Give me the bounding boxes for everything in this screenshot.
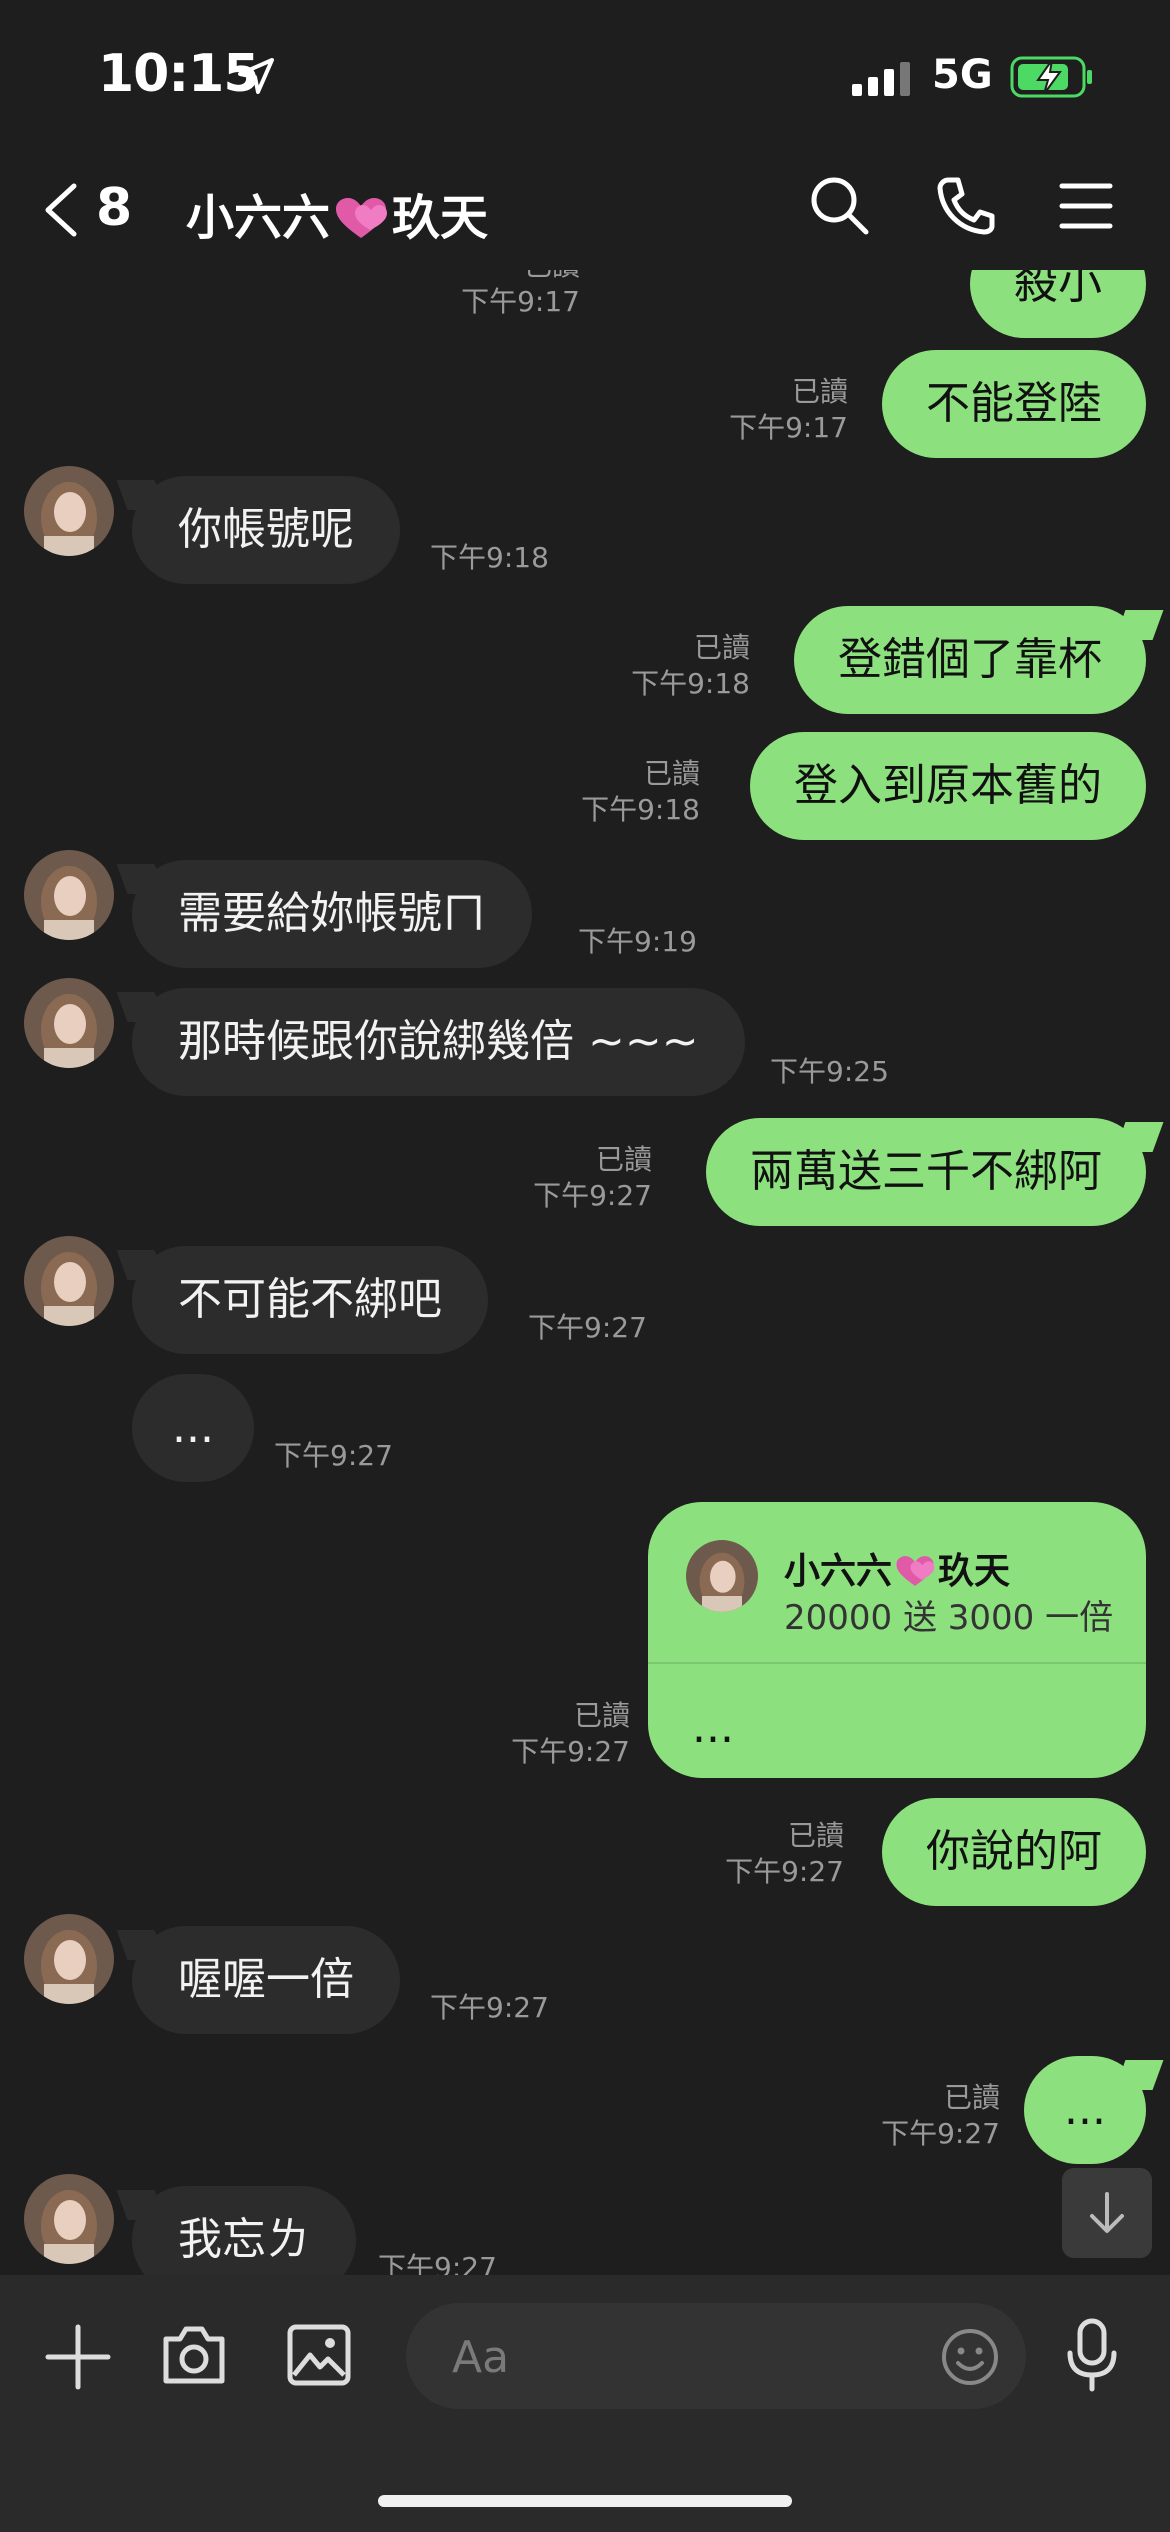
quoted-sender: 小六六 玖天 xyxy=(784,1551,1011,1592)
message-time: 下午9:27 xyxy=(533,1179,652,1212)
cellular-signal-icon xyxy=(852,62,910,96)
message-text-field[interactable] xyxy=(450,2303,914,2411)
avatar-image xyxy=(24,1236,114,1326)
incoming-message[interactable]: 喔喔一倍 xyxy=(132,1926,400,2034)
avatar-image xyxy=(24,850,114,940)
incoming-message[interactable]: 你帳號呢 xyxy=(132,476,400,584)
microphone-icon[interactable] xyxy=(1064,2317,1120,2395)
read-receipt: 已讀 xyxy=(791,375,848,408)
message-meta: 已讀 下午9:27 xyxy=(881,2080,1000,2152)
contact-avatar[interactable] xyxy=(24,978,114,1068)
message-time: 下午9:27 xyxy=(378,2251,497,2275)
image-gallery-icon[interactable] xyxy=(286,2323,352,2387)
outgoing-message[interactable]: ... xyxy=(1024,2056,1146,2164)
read-receipt: 已讀 xyxy=(643,757,700,790)
outgoing-message[interactable]: 你說的阿 xyxy=(882,1798,1146,1906)
chat-header: 8 小六六 玖天 xyxy=(0,150,1170,270)
read-receipt: 已讀 xyxy=(693,631,750,664)
contact-avatar[interactable] xyxy=(24,1236,114,1326)
contact-avatar[interactable] xyxy=(24,2174,114,2264)
message-meta: 已讀 下午9:18 xyxy=(631,630,750,702)
scroll-to-bottom-button[interactable] xyxy=(1062,2168,1152,2258)
contact-avatar[interactable] xyxy=(24,850,114,940)
arrow-down-icon xyxy=(1090,2192,1124,2233)
reply-text: ... xyxy=(692,1702,734,1753)
message-meta: 已讀 下午9:27 xyxy=(511,1698,630,1770)
quoted-text: 20000 送 3000 一倍 xyxy=(784,1598,1114,1638)
location-arrow-icon xyxy=(238,58,274,94)
contact-avatar[interactable] xyxy=(24,466,114,556)
back-chevron-icon[interactable] xyxy=(40,180,80,240)
camera-icon[interactable] xyxy=(160,2323,228,2387)
message-time: 下午9:18 xyxy=(430,541,549,574)
message-input-bar xyxy=(0,2275,1170,2532)
sparkling-heart-icon xyxy=(896,1556,935,1586)
reply-message[interactable]: 小六六 玖天 20000 送 3000 一倍 ... xyxy=(648,1502,1146,1778)
avatar-image xyxy=(24,978,114,1068)
chat-messages[interactable]: 已讀 下午9:17 殺小 已讀 下午9:17 不能登陸 你帳號呢 下午9:18 … xyxy=(0,190,1170,2275)
avatar-image xyxy=(686,1540,758,1612)
outgoing-message[interactable]: 不能登陸 xyxy=(882,350,1146,458)
message-time: 下午9:27 xyxy=(725,1855,844,1888)
status-bar: 10:15 5G xyxy=(0,0,1170,150)
message-time: 下午9:27 xyxy=(511,1735,630,1768)
message-time: 下午9:17 xyxy=(461,285,580,318)
phone-icon[interactable] xyxy=(934,174,998,238)
outgoing-message[interactable]: 登錯個了靠杯 xyxy=(794,606,1146,714)
menu-icon[interactable] xyxy=(1058,174,1114,238)
sparkling-heart-icon xyxy=(336,198,388,238)
incoming-message[interactable]: ... xyxy=(132,1374,254,1482)
read-receipt: 已讀 xyxy=(595,1143,652,1176)
message-meta: 已讀 下午9:18 xyxy=(581,756,700,828)
search-icon[interactable] xyxy=(808,174,872,238)
chat-title: 小六六 玖天 xyxy=(186,178,488,248)
message-time: 下午9:18 xyxy=(581,793,700,826)
incoming-message[interactable]: 那時候跟你說綁幾倍 ~~~ xyxy=(132,988,745,1096)
message-time: 下午9:25 xyxy=(770,1055,889,1088)
status-time: 10:15 xyxy=(98,44,260,104)
read-receipt: 已讀 xyxy=(787,1819,844,1852)
plus-icon[interactable] xyxy=(44,2323,112,2391)
contact-avatar[interactable] xyxy=(24,1914,114,2004)
message-time: 下午9:17 xyxy=(729,411,848,444)
incoming-message[interactable]: 我忘ㄌ xyxy=(132,2186,356,2275)
message-time: 下午9:19 xyxy=(578,925,697,958)
quoted-avatar xyxy=(686,1540,758,1612)
network-type: 5G xyxy=(932,52,993,98)
battery-charging-icon xyxy=(1010,56,1092,98)
avatar-image xyxy=(24,466,114,556)
outgoing-message[interactable]: 登入到原本舊的 xyxy=(750,732,1146,840)
read-receipt: 已讀 xyxy=(573,1699,630,1732)
avatar-image xyxy=(24,1914,114,2004)
message-time: 下午9:18 xyxy=(631,667,750,700)
message-meta: 已讀 下午9:27 xyxy=(725,1818,844,1890)
read-receipt: 已讀 xyxy=(943,2081,1000,2114)
chat-title-left: 小六六 xyxy=(186,190,331,246)
message-time: 下午9:27 xyxy=(881,2117,1000,2150)
message-meta: 已讀 下午9:17 xyxy=(729,374,848,446)
outgoing-message[interactable]: 兩萬送三千不綁阿 xyxy=(706,1118,1146,1226)
incoming-message[interactable]: 需要給妳帳號ㄇ xyxy=(132,860,532,968)
quoted-message[interactable]: 小六六 玖天 20000 送 3000 一倍 xyxy=(648,1502,1146,1664)
unread-count[interactable]: 8 xyxy=(96,178,132,238)
message-meta: 已讀 下午9:27 xyxy=(533,1142,652,1214)
chat-title-right: 玖天 xyxy=(392,190,489,246)
avatar-image xyxy=(24,2174,114,2264)
incoming-message[interactable]: 不可能不綁吧 xyxy=(132,1246,488,1354)
message-time: 下午9:27 xyxy=(274,1439,393,1472)
message-input[interactable] xyxy=(406,2303,1026,2411)
message-time: 下午9:27 xyxy=(528,1311,647,1344)
home-indicator[interactable] xyxy=(378,2495,792,2507)
emoji-icon[interactable] xyxy=(940,2327,1000,2387)
message-time: 下午9:27 xyxy=(430,1991,549,2024)
